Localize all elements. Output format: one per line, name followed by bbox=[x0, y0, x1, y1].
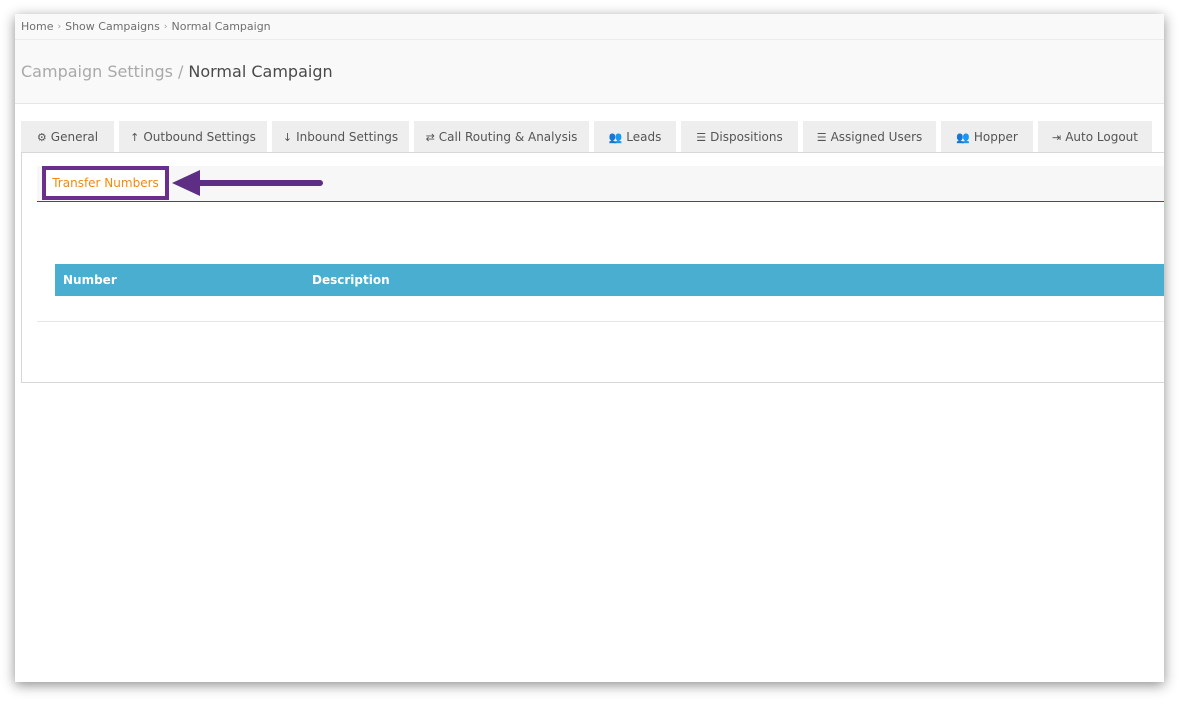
title-separator: / bbox=[177, 62, 184, 81]
tab-general[interactable]: ⚙ General bbox=[21, 121, 114, 153]
tab-label: Dispositions bbox=[710, 130, 783, 144]
list-icon: ☰ bbox=[696, 130, 707, 144]
subtab-transfer-numbers[interactable]: Transfer Numbers bbox=[42, 166, 169, 200]
subtab-bar: Transfer Numbers bbox=[37, 166, 1164, 202]
breadcrumb-current: Normal Campaign bbox=[171, 20, 271, 33]
column-header-number[interactable]: Number bbox=[63, 264, 117, 296]
tab-label: Hopper bbox=[973, 130, 1018, 144]
users-icon: 👥 bbox=[608, 130, 623, 144]
tab-dispositions[interactable]: ☰ Dispositions bbox=[681, 121, 798, 153]
page-header: Campaign Settings / Normal Campaign bbox=[15, 40, 1164, 104]
page-section: Campaign Settings bbox=[21, 62, 173, 81]
tab-bar: ⚙ General ↑ Outbound Settings ↓ Inbound … bbox=[21, 121, 1157, 153]
tab-label: Call Routing & Analysis bbox=[438, 130, 578, 144]
arrow-down-icon: ↓ bbox=[282, 130, 293, 144]
tab-label: Leads bbox=[626, 130, 662, 144]
users-icon: 👥 bbox=[956, 130, 970, 144]
sign-out-icon: ⇥ bbox=[1052, 130, 1062, 144]
app-window: Home › Show Campaigns › Normal Campaign … bbox=[15, 14, 1164, 682]
tab-label: Auto Logout bbox=[1065, 130, 1138, 144]
arrow-up-icon: ↑ bbox=[130, 130, 140, 144]
cogs-icon: ⚙ bbox=[36, 130, 47, 144]
tab-assigned-users[interactable]: ☰ Assigned Users bbox=[803, 121, 936, 153]
breadcrumb-show-campaigns[interactable]: Show Campaigns bbox=[65, 20, 160, 33]
tab-content-panel: Transfer Numbers Number Description bbox=[21, 152, 1164, 383]
breadcrumb-separator-icon: › bbox=[57, 21, 62, 32]
breadcrumb-home[interactable]: Home bbox=[21, 20, 53, 33]
annotation-arrow-icon bbox=[172, 170, 323, 196]
page-title: Normal Campaign bbox=[188, 62, 333, 81]
table-header-row: Number Description bbox=[55, 264, 1164, 296]
list-ordered-icon: ☰ bbox=[816, 130, 827, 144]
tab-label: Outbound Settings bbox=[143, 130, 256, 144]
tab-outbound-settings[interactable]: ↑ Outbound Settings bbox=[119, 121, 267, 153]
tab-label: Inbound Settings bbox=[296, 130, 399, 144]
tab-label: General bbox=[50, 130, 99, 144]
divider bbox=[37, 321, 1164, 322]
tab-label: Assigned Users bbox=[830, 130, 923, 144]
tab-leads[interactable]: 👥 Leads bbox=[594, 121, 676, 153]
subtab-label: Transfer Numbers bbox=[52, 176, 159, 190]
tab-call-routing-analysis[interactable]: ⇄ Call Routing & Analysis bbox=[414, 121, 589, 153]
column-header-description[interactable]: Description bbox=[312, 264, 390, 296]
shuffle-icon: ⇄ bbox=[425, 130, 435, 144]
tab-inbound-settings[interactable]: ↓ Inbound Settings bbox=[272, 121, 409, 153]
tab-hopper[interactable]: 👥 Hopper bbox=[941, 121, 1033, 153]
breadcrumb: Home › Show Campaigns › Normal Campaign bbox=[15, 14, 1164, 40]
tab-auto-logout[interactable]: ⇥ Auto Logout bbox=[1038, 121, 1152, 153]
breadcrumb-separator-icon: › bbox=[163, 21, 168, 32]
